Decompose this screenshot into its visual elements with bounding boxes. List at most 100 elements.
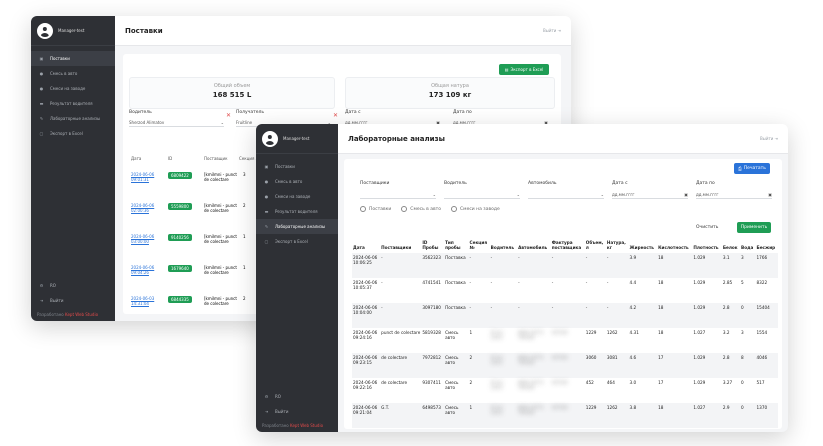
developer-credit: Разработано Kept Web Studio [262,423,324,428]
sidebar-item[interactable]: ▢ Экспорт в Excel [31,126,115,141]
sidebar-item[interactable]: ● Смеси на заводе [256,189,338,204]
sidebar-item[interactable]: ▣ Поставки [256,159,338,174]
apply-button[interactable]: Применить [737,222,771,233]
table-row[interactable]: 2024-06-06 09:22:16 de colectare 9307411 См… [352,378,778,403]
circle-icon: ● [39,86,44,91]
sidebar-item[interactable]: ✎ Лабораторные анализы [31,111,115,126]
column-header: ID Пробы [422,240,439,250]
suppliers-label: Поставщики [360,181,390,186]
sidebar-item[interactable]: ✎ Лабораторные анализы [256,219,338,234]
delivery-id-badge: 9140256 [168,234,192,241]
table-row[interactable]: 2024-06-06 09:21:04 G.T. 6498573 Смесь авто… [352,403,778,428]
table-row: 2024-06-03 14:31:04 6844335 [kmilmni - pun… [131,296,271,321]
table-cell: 3.1 [721,253,741,278]
suppliers-select[interactable]: ⌄ [360,190,436,199]
clear-driver-icon[interactable]: ✕ [226,112,231,119]
table-cell: - [551,280,554,285]
sidebar-item[interactable]: ▬ Результат водителя [256,204,338,219]
delivery-date-link[interactable]: 2024-06-06 09:01:31 [131,172,163,182]
clear-button[interactable]: Очистить [696,225,718,230]
sidebar-item[interactable]: ▢ Экспорт в Excel [256,234,338,249]
user-panel: Manager-test [256,124,338,154]
table-cell: 4.2 [628,303,658,328]
driver-select[interactable]: ⌄ [444,190,520,199]
table-cell: 1229 [584,403,606,428]
chevron-down-icon: ⌄ [220,119,224,125]
delivery-date-link[interactable]: 2024-06-06 09:04:26 [131,265,163,275]
date-from-input[interactable]: дд.мм.гггг ▣ [612,190,688,199]
sidebar-item[interactable]: ▬ Результат водителя [31,96,115,111]
table-cell: BMW 30773 TRK506 [517,403,551,428]
table-cell: 8 [740,353,756,378]
file-icon: ▢ [39,131,44,136]
sample-type-radios: Поставки Смесь в авто Смеси на заводе [360,206,500,212]
sidebar-item[interactable]: ⇥ Выйти [31,293,115,308]
user-panel: Manager-test [31,16,115,46]
table-cell: 18 [657,253,693,278]
driver-label: Водитель [444,181,467,186]
table-row[interactable]: 2024-06-06 10:04:00-3097180 Поставка - - - - -… [352,303,778,328]
delivery-id-badge: 6844335 [168,296,192,303]
total-volume-stat: Общий объем 168 515 L [129,77,335,109]
print-button[interactable]: ⎙ Печатать [734,163,770,174]
column-header: Тип пробы [445,240,461,250]
sidebar-item[interactable]: ● Смесь в авто [256,174,338,189]
delivery-date-link[interactable]: 2024-06-06 03:00:00 [131,234,163,244]
topbar: Лабораторные анализы Выйти ⇥ [338,124,788,154]
developer-link[interactable]: Kept Web Studio [65,312,98,317]
radio-factory-mix[interactable]: Смеси на заводе [451,206,500,212]
table-row[interactable]: 2024-06-06 09:23:15 de colectare 7972812 См… [352,353,778,378]
table-cell: 3 [740,253,756,278]
sidebar-item[interactable]: ● Смеси на заводе [31,81,115,96]
car-select[interactable]: ⌄ [528,190,604,199]
delivery-date-link[interactable]: 2024-06-03 14:31:04 [131,296,163,306]
sidebar-item[interactable]: ▣ Поставки [31,51,115,66]
sidebar-item-label: Экспорт в Excel [275,239,308,244]
driver-label: Водитель [129,110,152,115]
sidebar-bottom: ⚙ RO ⇥ Выйти Разработано Kept Web Studio [256,389,338,432]
table-cell: 3081 [605,353,629,378]
table-cell: 5 [741,280,744,285]
table-cell: 4046 [755,353,778,378]
table-row[interactable]: 2024-06-06 10:05:37-4741541 Поставка - - - - -… [352,278,778,303]
table-cell: 2024-06-06 10:04:00 [352,303,381,328]
export-excel-button[interactable]: ▤ Экспорт в Excel [499,64,549,75]
table-row[interactable]: 2024-06-06 09:24:16 punct de colectare 581… [352,328,778,353]
table-cell: 1370 [755,403,778,428]
developer-link[interactable]: Kept Web Studio [290,423,323,428]
sidebar-item[interactable]: ⚙ RO [256,389,338,404]
delivery-date-link[interactable]: 2024-06-06 02:00:36 [131,203,163,213]
table-cell: 5819328 [422,330,441,335]
sidebar-item-label: RO [50,283,56,288]
sidebar-item[interactable]: ⇥ Выйти [256,404,338,419]
table-row: 2024-06-06 03:00:00 9140256 [kmilmni - pun… [131,234,271,265]
logout-link[interactable]: Выйти ⇥ [543,28,561,33]
avatar-icon [37,22,53,39]
table-cell: 452 [585,380,594,385]
table-cell: Driver name [489,353,518,378]
table-cell: Смесь авто [445,330,459,340]
clear-receiver-icon[interactable]: ✕ [333,112,338,119]
driver-select[interactable]: Sherzod Alimatov ⌄ [129,118,224,127]
radio-car-mix[interactable]: Смесь в авто [401,206,441,212]
logout-link[interactable]: Выйти ⇥ [760,136,778,141]
table-cell: 18 [658,330,664,335]
supplier-name: [kmilmni - punct de colectare [204,296,237,306]
sidebar-item[interactable]: ● Смесь в авто [31,66,115,81]
radio-deliveries[interactable]: Поставки [360,206,391,212]
table-row[interactable]: 2024-06-06 10:06:25-3562323 Поставка - - - - -… [352,253,778,278]
sidebar-item[interactable]: ⚙ RO [31,278,115,293]
developer-credit: Разработано Kept Web Studio [37,312,99,317]
table-cell: BMW 30773 TRK506 [518,330,544,340]
table-cell: 0 [740,303,756,328]
chevron-down-icon: ⌄ [516,191,520,197]
page-title: Поставки [125,26,163,35]
table-cell: 1 [469,330,473,335]
table-cell: - [469,280,472,285]
date-to-input[interactable]: дд.мм.гггг ▣ [696,190,772,199]
table-cell: 3.9 [628,253,658,278]
sidebar-item-label: Поставки [50,56,70,61]
sidebar-item-label: Экспорт в Excel [50,131,83,136]
truck-icon: ▣ [39,56,44,61]
truck-icon: ▣ [264,164,269,169]
